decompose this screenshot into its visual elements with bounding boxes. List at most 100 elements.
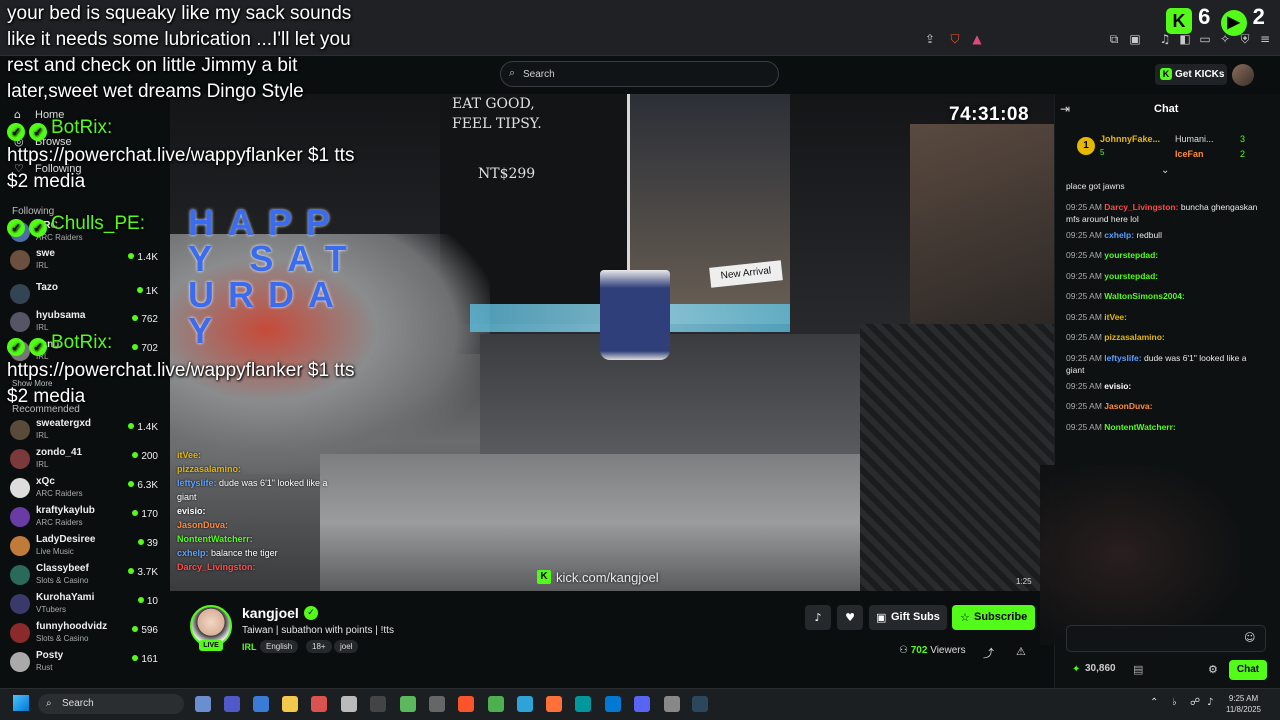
network-icon[interactable]: ☍ <box>1190 697 1200 708</box>
share-icon[interactable]: ⇪ <box>923 32 937 46</box>
chat-username[interactable]: yourstepdad: <box>1104 271 1158 281</box>
star-icon: ☆ <box>960 611 970 624</box>
chat-send-button[interactable]: Chat <box>1229 660 1267 680</box>
follow-heart-icon[interactable]: ♥ <box>837 605 863 630</box>
sidebar-channel-item[interactable]: Posty Rust 161 <box>0 648 170 676</box>
sidebar-channel-item[interactable]: Classybeef Slots & Casino 3.7K <box>0 561 170 589</box>
gift-subs-label: Gift Subs <box>891 611 940 623</box>
chat-username[interactable]: Darcy_Livingston: <box>1104 202 1178 212</box>
chat-username[interactable]: WaltonSimons2004: <box>1104 291 1184 301</box>
remote-icon[interactable] <box>253 696 269 712</box>
sidebar-channel-item[interactable]: funnyhoodvidz Slots & Casino 596 <box>0 619 170 647</box>
emoji-icon[interactable]: ☺ <box>1244 631 1255 644</box>
kick-counter-icon: K <box>1166 8 1192 34</box>
clock-app-icon[interactable] <box>341 696 357 712</box>
widgets-icon[interactable] <box>195 696 211 712</box>
chat-message[interactable]: 09:25 AM pizzasalamino: <box>1066 331 1266 343</box>
teams-icon[interactable] <box>224 696 240 712</box>
chat-username[interactable]: JasonDuva: <box>1104 401 1152 411</box>
chrome-icon[interactable] <box>488 696 504 712</box>
terminal-icon[interactable] <box>370 696 386 712</box>
leaderboard-count: 2 <box>1240 149 1246 159</box>
shop-icon[interactable]: ▤ <box>1133 663 1143 676</box>
report-icon[interactable]: ⚠ <box>1016 645 1026 658</box>
windows-start-icon[interactable] <box>13 695 29 711</box>
chat-username[interactable]: pizzasalamino: <box>1104 332 1164 342</box>
channel-avatar <box>10 449 30 469</box>
sidebar-channel-item[interactable]: LadyDesiree Live Music 39 <box>0 532 170 560</box>
channel-points[interactable]: 30,860 <box>1085 663 1116 674</box>
subscribe-button[interactable]: ☆ Subscribe <box>952 605 1035 630</box>
channel-category: Slots & Casino <box>36 634 89 643</box>
brave-icon[interactable] <box>458 696 474 712</box>
streamer-name[interactable]: kangjoel <box>242 605 299 621</box>
subscribe-label: Subscribe <box>974 611 1028 623</box>
steam-icon[interactable] <box>692 696 708 712</box>
microphone-icon[interactable]: ♭ <box>1172 697 1177 708</box>
chat-message[interactable]: 09:25 AM JasonDuva: <box>1066 400 1266 412</box>
stream-tag[interactable]: English <box>260 640 299 653</box>
sidebar-channel-item[interactable]: KurohaYami VTubers 10 <box>0 590 170 618</box>
chat-username[interactable]: evisio: <box>1104 381 1131 391</box>
alert-counter: K 6 ▶ 2 <box>1166 4 1265 36</box>
sidebar-channel-item[interactable]: zondo_41 IRL 200 <box>0 445 170 473</box>
chat-message[interactable]: 09:25 AM Darcy_Livingston: buncha ghenga… <box>1066 201 1266 225</box>
collapse-chat-icon[interactable]: ⇥ <box>1060 102 1070 116</box>
taskbar-clock[interactable]: 9:25 AM 11/8/2025 <box>1226 693 1261 715</box>
chat-username[interactable]: yourstepdad: <box>1104 250 1158 260</box>
vscode-icon[interactable] <box>605 696 621 712</box>
discord-icon[interactable] <box>634 696 650 712</box>
chat-input[interactable] <box>1066 625 1266 652</box>
leaderboard-name[interactable]: IceFan <box>1175 149 1204 159</box>
taskbar-search[interactable]: ⌕ Search <box>38 694 184 714</box>
leaderboard-name[interactable]: JohnnyFake... <box>1100 134 1160 144</box>
rubber-mat <box>860 324 1054 591</box>
obs-icon[interactable] <box>429 696 445 712</box>
viewer-count: 39 <box>137 538 158 549</box>
chat-username[interactable]: NontentWatcherr: <box>1104 422 1175 432</box>
chat-message[interactable]: 09:25 AM yourstepdad: <box>1066 270 1266 282</box>
chat-username[interactable]: itVee: <box>1104 312 1127 322</box>
news-icon[interactable] <box>311 696 327 712</box>
channel-name: zondo_41 <box>36 447 83 458</box>
chat-username[interactable]: leftyslife: <box>1104 353 1141 363</box>
settings-gear-icon[interactable]: ⚙ <box>1208 663 1218 676</box>
file-explorer-icon[interactable] <box>282 696 298 712</box>
sidebar-channel-item[interactable]: kraftykaylub ARC Raiders 170 <box>0 503 170 531</box>
leaderboard-name[interactable]: Humani... <box>1175 134 1214 144</box>
arduino-icon[interactable] <box>575 696 591 712</box>
expand-leaderboard-icon[interactable]: ⌄ <box>1161 165 1169 176</box>
sidebar-channel-item[interactable]: xQc ARC Raiders 6.3K <box>0 474 170 502</box>
stream-tag[interactable]: 18+ <box>306 640 332 653</box>
chat-message[interactable]: 09:25 AM leftyslife: dude was 6'1" looke… <box>1066 352 1266 376</box>
gift-subs-button[interactable]: ▣ Gift Subs <box>869 605 947 630</box>
chat-message[interactable]: 09:25 AM itVee: <box>1066 311 1266 323</box>
sidebar-channel-item[interactable]: sweatergxd IRL 1.4K <box>0 416 170 444</box>
category-link[interactable]: IRL <box>242 642 257 652</box>
brave-shield-icon[interactable]: ⛉ <box>948 32 962 46</box>
chat-message[interactable]: 09:25 AM NontentWatcherr: <box>1066 421 1266 433</box>
chat-text: redbull <box>1136 229 1162 240</box>
maps-icon[interactable] <box>400 696 416 712</box>
user-avatar[interactable] <box>1232 64 1254 86</box>
chat-message[interactable]: 09:25 AM cxhelp: redbull <box>1066 229 1266 241</box>
notification-bell-icon[interactable]: ♪ <box>805 605 831 630</box>
volume-icon[interactable]: ♪ <box>1207 697 1213 708</box>
chat-message[interactable]: 09:25 AM WaltonSimons2004: <box>1066 290 1266 302</box>
search-input[interactable] <box>523 62 773 86</box>
tray-chevron-icon[interactable]: ⌃ <box>1150 697 1158 708</box>
firefox-icon[interactable] <box>546 696 562 712</box>
chat-username[interactable]: cxhelp: <box>1104 230 1134 240</box>
viewer-count-value: 6.3K <box>137 480 158 491</box>
extensions-icon[interactable]: ⧉ <box>1107 32 1121 46</box>
screenshot-icon[interactable]: ▣ <box>1128 32 1142 46</box>
brave-rewards-icon[interactable]: ▲ <box>970 32 984 46</box>
overlay-chat-user: itVee: <box>177 450 202 460</box>
chat-message[interactable]: place got jawns <box>1066 180 1266 192</box>
app-icon[interactable] <box>664 696 680 712</box>
chat-message[interactable]: 09:25 AM yourstepdad: <box>1066 249 1266 261</box>
edge-icon[interactable] <box>517 696 533 712</box>
stream-tag[interactable]: joel <box>334 640 359 653</box>
share-icon[interactable]: ⤴ <box>983 645 994 661</box>
chat-message[interactable]: 09:25 AM evisio: <box>1066 380 1266 392</box>
